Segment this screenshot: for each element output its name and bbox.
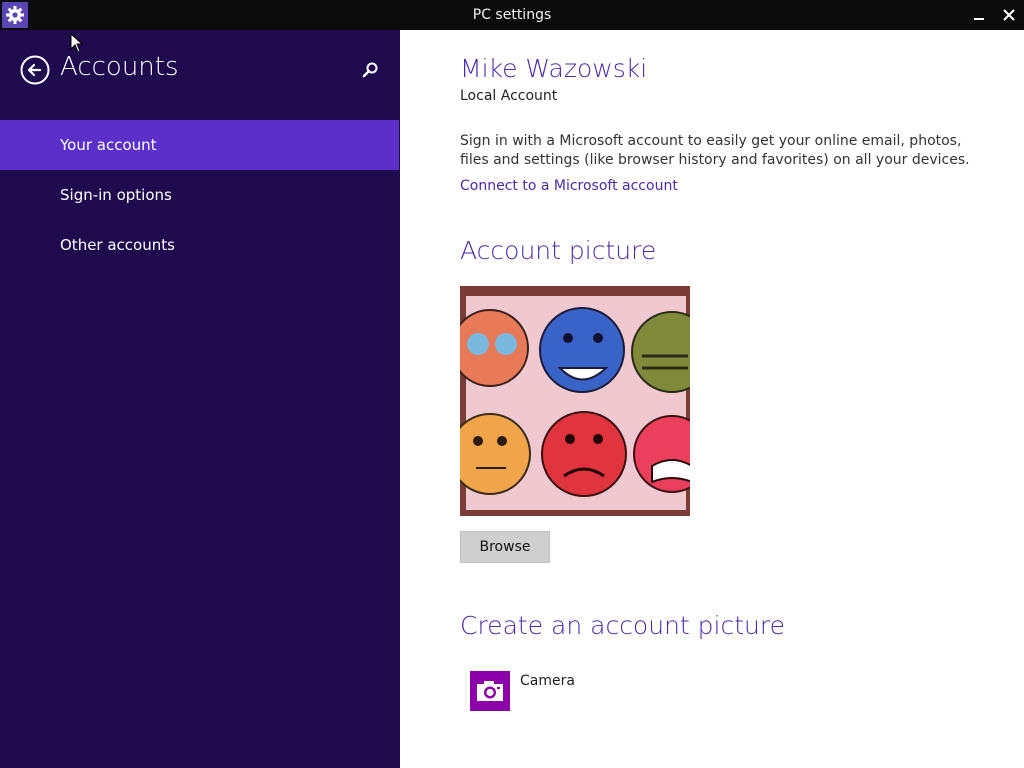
search-icon[interactable] — [361, 61, 379, 79]
browse-button[interactable]: Browse — [460, 531, 550, 563]
create-account-picture-heading: Create an account picture — [460, 611, 785, 640]
minimize-icon[interactable] — [964, 0, 994, 30]
page-title: Accounts — [60, 52, 179, 82]
back-arrow-circle-icon[interactable] — [20, 55, 50, 85]
sidebar-item-other-accounts[interactable]: Other accounts — [0, 220, 399, 270]
title-bar: PC settings — [0, 0, 1024, 30]
main-content: Mike Wazowski Local Account Sign in with… — [400, 30, 1024, 768]
account-picture — [449, 286, 713, 516]
mouse-cursor-icon — [70, 32, 84, 53]
user-name: Mike Wazowski — [460, 54, 648, 83]
account-picture-heading: Account picture — [460, 236, 657, 265]
sidebar-item-your-account[interactable]: Your account — [0, 120, 399, 170]
sidebar-item-label: Sign-in options — [60, 186, 172, 204]
sidebar-item-label: Other accounts — [60, 236, 175, 254]
close-icon[interactable] — [994, 0, 1024, 30]
camera-icon[interactable] — [470, 671, 510, 711]
account-description: Sign in with a Microsoft account to easi… — [460, 133, 970, 168]
connect-microsoft-account-link[interactable]: Connect to a Microsoft account — [460, 178, 678, 194]
camera-label[interactable]: Camera — [520, 673, 575, 689]
sidebar-item-sign-in-options[interactable]: Sign-in options — [0, 170, 399, 220]
window-title: PC settings — [472, 7, 552, 23]
sidebar-item-label: Your account — [60, 136, 157, 154]
account-type: Local Account — [460, 88, 558, 104]
sidebar: Accounts Your account Sign-in options Ot… — [0, 30, 400, 768]
